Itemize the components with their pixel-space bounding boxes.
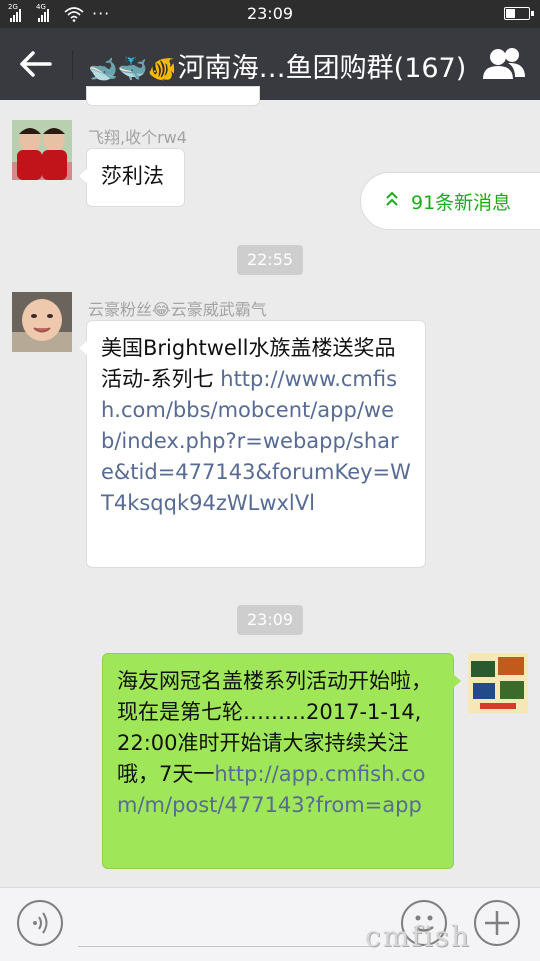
avatar-image — [12, 292, 72, 352]
message-input[interactable] — [78, 946, 378, 947]
timestamp: 23:09 — [237, 605, 304, 635]
status-time: 23:09 — [246, 4, 294, 23]
message-list[interactable]: 飞翔,收个rw4 莎利法 91条新消息 22:55 云豪粉丝😂云豪威武霸气 美国… — [0, 86, 540, 887]
own-message-bubble[interactable]: 海友网冠名盖楼系列活动开始啦，现在是第七轮………2017-1-14, 22:00… — [102, 653, 461, 869]
timestamp: 22:55 — [237, 245, 304, 275]
sender-name: 云豪粉丝😂云豪威武霸气 — [88, 296, 267, 320]
chat-header: 🐋🐳🐠河南海…鱼团购群(167) — [0, 28, 540, 100]
sender-name-suffix: 云豪威武霸气 — [170, 300, 267, 319]
more-options-button[interactable] — [474, 900, 520, 946]
avatar-image — [468, 653, 528, 713]
unread-messages-button[interactable]: 91条新消息 — [360, 172, 540, 230]
status-bar: 2G 4G ··· 23:09 — [0, 0, 540, 28]
battery-icon — [504, 7, 534, 20]
group-members-icon[interactable] — [482, 46, 526, 82]
title-emoji: 🐋🐳🐠 — [88, 55, 178, 83]
watermark-logo: cmfish — [365, 920, 471, 953]
chat-title: 🐋🐳🐠河南海…鱼团购群(167) — [88, 46, 466, 85]
avatar-image — [12, 120, 72, 180]
message-bubble[interactable]: 美国Brightwell水族盖楼送奖品活动-系列七 http://www.cmf… — [79, 320, 426, 568]
voice-button[interactable] — [17, 900, 63, 946]
sender-name-emoji: 😂 — [152, 300, 171, 319]
message-bubble[interactable]: 莎利法 — [79, 148, 185, 207]
avatar[interactable] — [12, 292, 72, 352]
sender-name-text: 云豪粉丝 — [88, 300, 153, 319]
own-avatar[interactable] — [468, 653, 528, 713]
voice-icon — [33, 912, 48, 934]
plus-icon — [485, 911, 509, 935]
avatar[interactable] — [12, 120, 72, 180]
chat-title-text: 河南海…鱼团购群(167) — [177, 53, 467, 84]
double-chevron-up-icon — [386, 191, 398, 206]
sender-name: 飞翔,收个rw4 — [88, 128, 187, 147]
back-arrow-icon[interactable] — [18, 48, 54, 80]
unread-count-label: 91条新消息 — [411, 192, 512, 214]
message-text: 莎利法 — [101, 164, 164, 188]
previous-message-bubble — [86, 86, 260, 106]
header-divider — [72, 50, 73, 80]
